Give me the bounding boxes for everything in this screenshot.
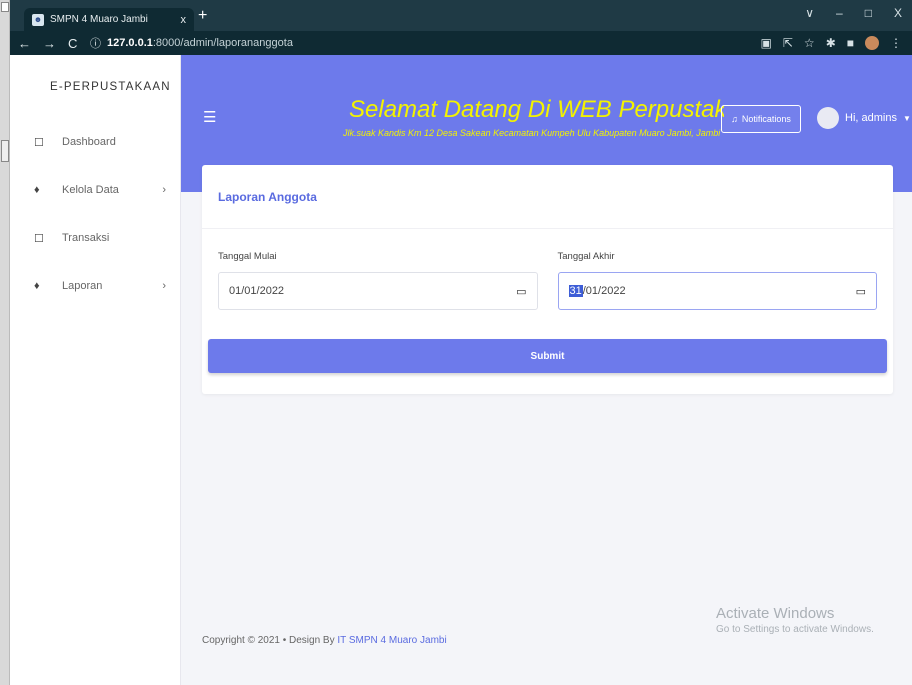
tab-close-icon[interactable]: x [181, 14, 187, 26]
date-form: Tanggal Mulai 01/01/2022 ▭ Tanggal Akhir… [218, 251, 877, 310]
chevron-right-icon: › [162, 280, 166, 292]
sidebar-item-label: Laporan [62, 280, 103, 292]
welcome-subtitle: Jlk.suak Kandis Km 12 Desa Sakean Kecama… [343, 128, 721, 138]
end-date-value: 31/01/2022 [568, 285, 626, 297]
sidebar-item-kelola-data[interactable]: ♦ Kelola Data › [10, 166, 180, 214]
window-controls: ∨ – □ X [805, 6, 902, 20]
sidepanel-icon[interactable]: ■ [847, 36, 854, 50]
watermark-line1: Activate Windows [716, 605, 835, 622]
footer-text: Copyright © 2021 • Design By [202, 635, 338, 646]
favicon-icon: ☻ [32, 13, 44, 26]
calendar-icon[interactable]: ▭ [516, 285, 526, 298]
forward-icon[interactable]: → [43, 36, 56, 51]
tab-title: SMPN 4 Muaro Jambi [50, 14, 148, 25]
chevron-right-icon: › [162, 184, 166, 196]
sidebar-item-transaksi[interactable]: ☐ Transaksi [10, 214, 180, 262]
maximize-icon[interactable]: □ [865, 6, 872, 20]
start-date-value: 01/01/2022 [229, 285, 285, 297]
sidebar-item-laporan[interactable]: ♦ Laporan › [10, 262, 180, 310]
end-date-rest: /01/2022 [582, 285, 626, 297]
caret-down-icon: ▼ [902, 113, 911, 123]
start-date-input[interactable]: 01/01/2022 ▭ [218, 272, 538, 310]
user-menu[interactable]: Hi, admins ▼ [817, 107, 911, 129]
square-icon: ☐ [34, 232, 44, 245]
app: E-PERPUSTAKAAN ☐ Dashboard ♦ Kelola Data… [10, 55, 912, 685]
new-tab-button[interactable]: + [198, 8, 207, 24]
address-bar-row: ← → C ⓘ 127.0.0.1:8000/admin/laporanangg… [10, 31, 912, 55]
sidebar: E-PERPUSTAKAAN ☐ Dashboard ♦ Kelola Data… [10, 55, 181, 685]
minimize-icon[interactable]: – [836, 6, 843, 20]
url-host: 127.0.0.1 [107, 37, 153, 49]
welcome-title: Selamat Datang Di WEB Perpustakaan SMPN … [349, 96, 724, 123]
desktop-edge [0, 0, 10, 685]
notifications-button[interactable]: ♫ Notifications [721, 105, 801, 133]
toolbar-icons: ▣ ⇱ ☆ ✱ ■ ⋮ [761, 36, 902, 50]
hamburger-menu-icon[interactable]: ☰ [203, 108, 216, 126]
start-date-label: Tanggal Mulai [218, 251, 277, 262]
main-content: ☰ Selamat Datang Di WEB Perpustakaan SMP… [181, 55, 912, 685]
end-date-label: Tanggal Akhir [557, 251, 615, 262]
reload-icon[interactable]: C [68, 36, 77, 51]
report-card: Laporan Anggota Tanggal Mulai 01/01/2022… [202, 165, 893, 394]
start-date-field: Tanggal Mulai 01/01/2022 ▭ [218, 251, 538, 310]
translate-icon[interactable]: ▣ [761, 36, 772, 50]
browser-window: ☻ SMPN 4 Muaro Jambi x + ∨ – □ X ← → C ⓘ… [10, 0, 912, 685]
close-window-icon[interactable]: X [894, 6, 902, 20]
end-date-day-selected: 31 [568, 285, 583, 297]
sidebar-item-label: Kelola Data [62, 184, 119, 196]
card-title: Laporan Anggota [202, 165, 893, 229]
drop-icon: ♦ [34, 184, 40, 196]
end-date-input[interactable]: 31/01/2022 ▭ [557, 272, 877, 310]
share-icon[interactable]: ⇱ [783, 36, 793, 50]
tab-search-icon[interactable]: ∨ [805, 6, 814, 20]
square-icon: ☐ [34, 136, 44, 149]
menu-dots-icon[interactable]: ⋮ [890, 36, 902, 50]
footer-link[interactable]: IT SMPN 4 Muaro Jambi [337, 635, 446, 646]
sidebar-item-label: Transaksi [62, 232, 110, 244]
sidebar-item-dashboard[interactable]: ☐ Dashboard [10, 118, 180, 166]
drop-icon: ♦ [34, 280, 40, 292]
desktop-icon [1, 140, 9, 162]
calendar-icon[interactable]: ▭ [856, 285, 866, 298]
tab-strip: ☻ SMPN 4 Muaro Jambi x + ∨ – □ X [10, 0, 912, 31]
user-label: Hi, admins [845, 112, 897, 124]
notifications-label: Notifications [741, 114, 791, 124]
avatar [817, 107, 839, 129]
browser-tab[interactable]: ☻ SMPN 4 Muaro Jambi x [24, 8, 194, 31]
bell-icon: ♫ [731, 114, 738, 124]
nav-buttons: ← → C [10, 36, 90, 51]
watermark-line2: Go to Settings to activate Windows. [716, 624, 874, 635]
footer: Copyright © 2021 • Design By IT SMPN 4 M… [202, 635, 447, 646]
sidebar-item-label: Dashboard [62, 136, 116, 148]
star-icon[interactable]: ☆ [804, 36, 815, 50]
url-path: :8000/admin/laporananggota [152, 37, 293, 49]
submit-button[interactable]: Submit [208, 339, 887, 373]
extensions-icon[interactable]: ✱ [826, 36, 836, 50]
desktop-icon [1, 2, 9, 12]
info-icon[interactable]: ⓘ [90, 35, 101, 51]
brand[interactable]: E-PERPUSTAKAAN [10, 55, 180, 118]
address-bar[interactable]: ⓘ 127.0.0.1:8000/admin/laporananggota [90, 35, 293, 51]
back-icon[interactable]: ← [18, 36, 31, 51]
profile-icon[interactable] [865, 36, 879, 50]
activation-watermark: Activate Windows Go to Settings to activ… [716, 605, 874, 635]
end-date-field: Tanggal Akhir 31/01/2022 ▭ [557, 251, 877, 310]
